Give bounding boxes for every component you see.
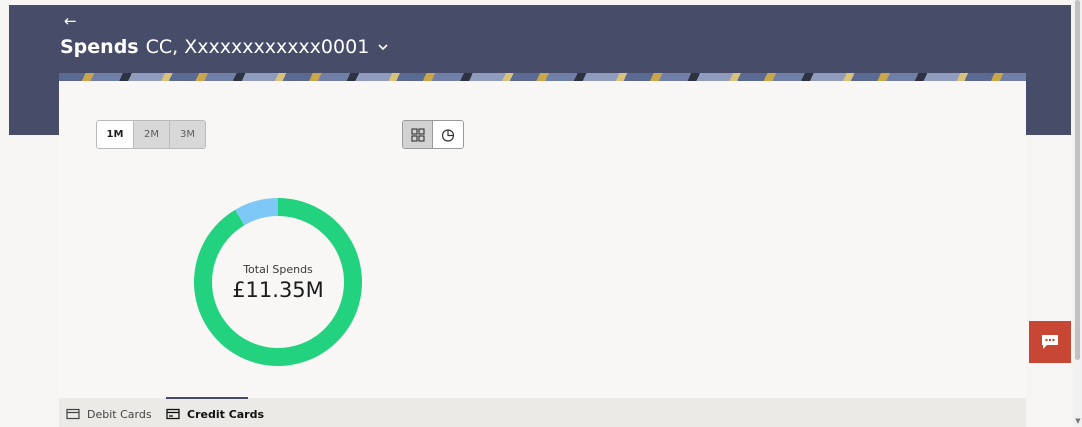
- period-1m-button[interactable]: 1M: [97, 121, 133, 148]
- debit-card-icon: [66, 408, 80, 420]
- chat-bubble-icon: [1042, 335, 1058, 349]
- view-toggle: [402, 120, 464, 149]
- tab-debit-cards[interactable]: Debit Cards: [66, 404, 152, 424]
- grid-view-icon: [410, 127, 425, 142]
- chevron-down-icon[interactable]: [377, 41, 389, 53]
- tab-debit-cards-label: Debit Cards: [87, 407, 152, 421]
- credit-card-icon: [166, 408, 180, 420]
- period-3m-button[interactable]: 3M: [169, 121, 205, 148]
- tab-credit-cards-label: Credit Cards: [187, 407, 265, 421]
- scroll-down-arrow-icon[interactable]: ▼: [1074, 417, 1082, 425]
- arrow-left-icon[interactable]: ←: [64, 12, 77, 30]
- page-title-bold: Spends: [60, 36, 139, 58]
- grid-view-button[interactable]: [403, 121, 433, 148]
- period-2m-button[interactable]: 2M: [133, 121, 169, 148]
- active-tab-indicator: [166, 397, 248, 399]
- account-name: CC, Xxxxxxxxxxxx0001: [145, 36, 370, 58]
- chat-button[interactable]: [1029, 321, 1071, 363]
- total-spends-value: £11.35M: [232, 278, 324, 302]
- scrollbar-thumb[interactable]: [1075, 0, 1080, 360]
- pie-view-button[interactable]: [433, 121, 463, 148]
- total-spends-label: Total Spends: [243, 263, 313, 276]
- pie-chart-icon: [441, 128, 455, 142]
- period-filter: 1M 2M 3M: [96, 120, 206, 149]
- tab-credit-cards[interactable]: Credit Cards: [166, 404, 264, 424]
- page-title[interactable]: Spends CC, Xxxxxxxxxxxx0001: [60, 36, 389, 58]
